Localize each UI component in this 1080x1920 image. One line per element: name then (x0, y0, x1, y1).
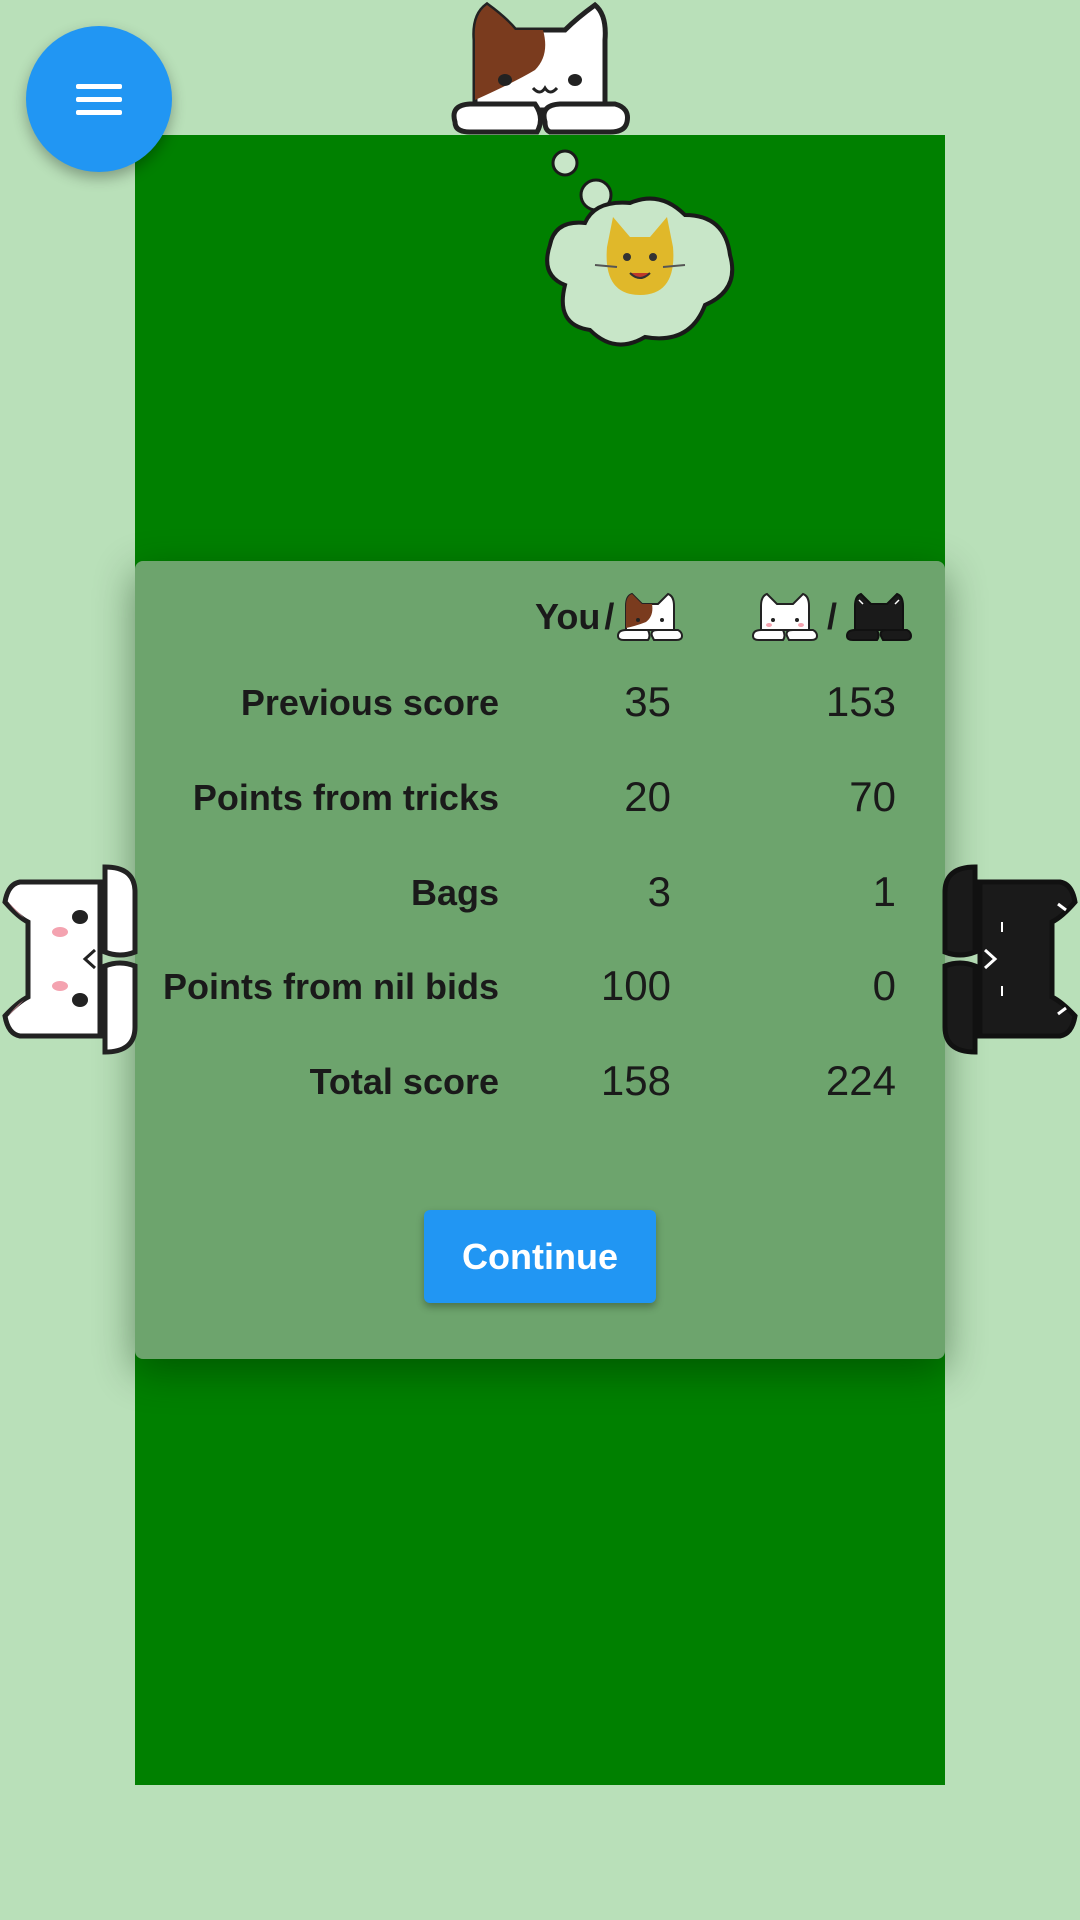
header-separator: / (604, 596, 615, 637)
thought-bubble (545, 149, 735, 347)
you-points-from-tricks: 20 (624, 773, 671, 820)
you-previous-score: 35 (624, 678, 671, 725)
row-label-bags: Bags (410, 872, 499, 913)
continue-button[interactable]: Continue (424, 1210, 656, 1303)
menu-button[interactable] (26, 26, 172, 172)
your-team-header: You / (535, 592, 684, 642)
you-nil-bid-points: 100 (600, 962, 671, 1009)
partner-calico-cat-icon (451, 1, 630, 135)
right-opponent-black-cat-icon (942, 864, 1078, 1055)
row-label-total-score: Total score (309, 1061, 499, 1102)
you-bags: 3 (647, 868, 671, 915)
opponents-nil-bid-points: 0 (872, 962, 896, 1009)
header-separator-opponents: / (827, 596, 838, 637)
you-label: You (535, 596, 601, 637)
opponents-bags: 1 (872, 868, 896, 915)
row-label-points-from-tricks: Points from tricks (192, 777, 499, 818)
calico-cat-icon (617, 592, 684, 641)
black-cat-icon (846, 592, 913, 641)
opponents-total-score: 224 (825, 1057, 896, 1104)
opponents-previous-score: 153 (825, 678, 896, 725)
white-cat-icon (751, 592, 819, 641)
you-total-score: 158 (600, 1057, 671, 1104)
row-label-nil-bids: Points from nil bids (162, 966, 499, 1007)
opponents-points-from-tricks: 70 (849, 773, 896, 820)
opponent-team-header: / (751, 592, 913, 642)
row-label-previous-score: Previous score (240, 682, 499, 723)
left-opponent-white-cat-icon (2, 864, 138, 1055)
